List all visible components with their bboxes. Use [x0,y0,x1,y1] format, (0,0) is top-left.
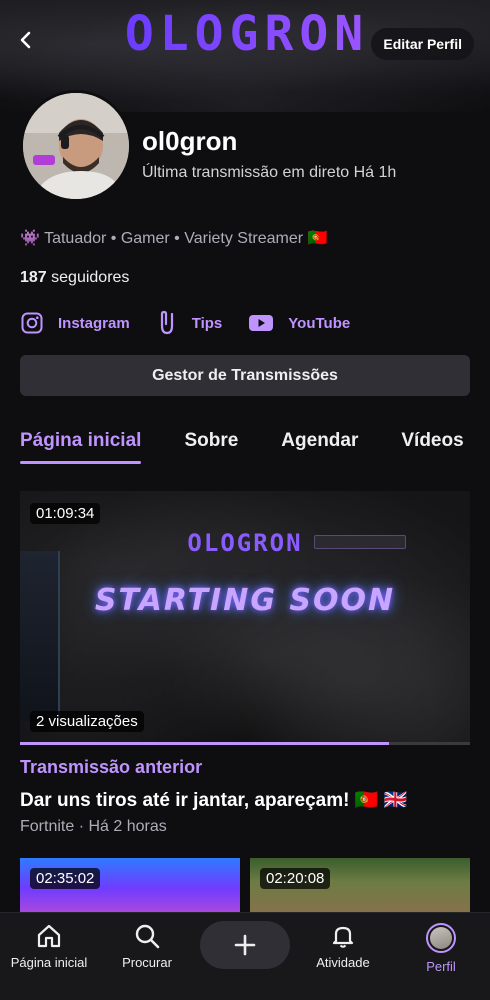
video-meta: Fortnite · Há 2 horas [20,818,167,835]
previous-broadcast-label: Transmissão anterior [20,757,203,777]
tab-schedule[interactable]: Agendar [281,430,358,464]
overlay-bar [314,535,406,549]
featured-video-thumbnail[interactable]: OLOGRON STARTING SOON 01:09:34 2 visuali… [20,491,470,744]
overlay-logo: OLOGRON [187,529,302,555]
edit-profile-button[interactable]: Editar Perfil [371,28,474,60]
video-duration-badge: 02:20:08 [260,868,331,889]
video-views-badge: 2 visualizações [30,711,144,732]
nav-search-label: Procurar [122,955,172,970]
youtube-icon [248,313,274,333]
instagram-icon [20,311,44,335]
overlay-starting-text: STARTING SOON [94,583,396,618]
search-icon [135,924,160,949]
followers-number: 187 [20,269,47,286]
nav-home-label: Página inicial [10,955,88,970]
pc-case-graphic [20,551,60,721]
nav-activity-label: Atividade [316,955,370,970]
create-button[interactable] [200,921,290,969]
tab-videos[interactable]: Vídeos [401,430,463,464]
video-thumbnail[interactable]: 02:35:02 [20,858,240,918]
bell-icon [332,926,354,948]
profile-avatar-icon [426,923,456,953]
profile-avatar[interactable] [20,90,132,202]
social-links: Instagram Tips YouTube [20,310,376,336]
nav-profile-label: Perfil [426,959,456,974]
tab-about[interactable]: Sobre [184,430,238,464]
nav-home[interactable]: Página inicial [0,923,98,970]
followers-count: 187 seguidores [20,269,129,287]
video-duration-badge: 02:35:02 [30,868,101,889]
nav-search[interactable]: Procurar [98,923,196,970]
avatar-photo [23,93,129,199]
social-link-tips[interactable]: Tips [156,310,223,336]
video-duration-badge: 01:09:34 [30,503,101,524]
tab-home[interactable]: Página inicial [20,430,142,464]
last-live-status: Última transmissão em direto Há 1h [142,164,397,181]
video-title[interactable]: Dar uns tiros até ir jantar, apareçam! 🇵… [20,788,407,812]
back-button[interactable] [12,26,40,54]
profile-bio: 👾 Tatuador • Gamer • Variety Streamer 🇵🇹 [20,230,328,247]
followers-label: seguidores [51,269,130,286]
banner-logo-text: OLOGRON [125,6,369,60]
nav-activity[interactable]: Atividade [294,923,392,970]
nav-profile[interactable]: Perfil [392,923,490,974]
watch-progress-fill [20,742,389,745]
instagram-label: Instagram [58,314,130,332]
home-icon [37,924,61,948]
plus-icon [234,934,256,956]
tips-label: Tips [191,314,223,332]
channel-tabs: Página inicial Sobre Agendar Vídeos [20,430,490,464]
overlay-logo-text: OLOGRON [187,529,302,555]
youtube-label: YouTube [288,314,351,332]
video-thumbnail[interactable]: 02:20:08 [250,858,470,918]
stream-manager-button[interactable]: Gestor de Transmissões [20,355,470,396]
profile-name: ol0gron [142,126,238,156]
social-link-youtube[interactable]: YouTube [248,313,350,333]
banner-logo: OLOGRON [125,6,369,60]
social-link-instagram[interactable]: Instagram [20,311,130,335]
watch-progress-bar [20,742,470,745]
tips-icon [156,310,178,336]
back-arrow-icon [20,31,31,49]
bottom-navigation: Página inicial Procurar Atividade Perfil [0,912,490,1000]
